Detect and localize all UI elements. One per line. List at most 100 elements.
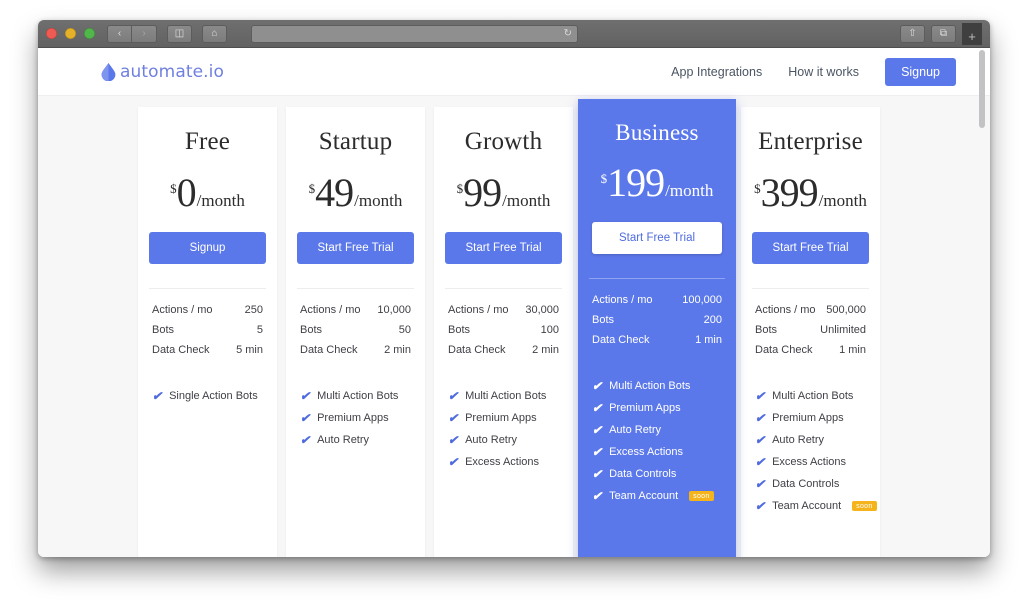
- feature-label: Multi Action Bots: [317, 390, 399, 402]
- pricing-card-growth: Growth $99/month Start Free Trial Actions /…: [434, 107, 573, 557]
- stat-label: Actions / mo: [152, 304, 213, 316]
- feature-label: Premium Apps: [317, 412, 389, 424]
- check-icon: ✔: [755, 411, 766, 425]
- plan-header: Enterprise $399/month: [741, 107, 880, 213]
- stat-value: 5 min: [236, 344, 263, 356]
- plan-features: ✔ Multi Action Bots ✔ Premium Apps ✔ Auto Ret…: [578, 354, 736, 512]
- plan-name: Startup: [318, 128, 393, 155]
- price-amount: 49: [315, 170, 354, 215]
- nav-link-app-integrations[interactable]: App Integrations: [671, 65, 762, 79]
- plan-cta-button[interactable]: Start Free Trial: [445, 232, 562, 264]
- feature-label: Multi Action Bots: [772, 390, 854, 402]
- stat-label: Bots: [592, 314, 615, 326]
- feature-label: Multi Action Bots: [465, 390, 547, 402]
- plan-price: $49/month: [298, 173, 413, 213]
- show-tabs-icon[interactable]: ⧉: [931, 24, 956, 43]
- feature-row: ✔ Auto Retry: [448, 434, 561, 446]
- feature-row: ✔ Multi Action Bots: [448, 390, 561, 402]
- pricing-card-enterprise: Enterprise $399/month Start Free Trial Acti…: [741, 107, 880, 557]
- feature-row: ✔ Excess Actions: [448, 456, 561, 468]
- feature-row: ✔ Team Account soon: [755, 500, 877, 512]
- plan-price: $0/month: [150, 173, 265, 213]
- stat-label: Data Check: [300, 344, 358, 356]
- feature-label: Excess Actions: [465, 456, 540, 468]
- feature-label: Data Controls: [609, 468, 677, 480]
- check-icon: ✔: [448, 389, 459, 403]
- feature-label: Auto Retry: [609, 424, 662, 436]
- check-icon: ✔: [300, 433, 311, 447]
- scrollbar-thumb[interactable]: [979, 50, 985, 128]
- pricing-plans-row: Free $0/month Signup Actions / mo 250 Bots 5 Da…: [38, 96, 990, 557]
- stat-label: Bots: [448, 324, 471, 336]
- check-icon: ✔: [592, 423, 603, 437]
- check-icon: ✔: [755, 433, 766, 447]
- home-group: ⌂: [202, 24, 227, 43]
- price-amount: 199: [607, 160, 665, 205]
- price-amount: 99: [463, 170, 502, 215]
- feature-row: ✔ Multi Action Bots: [300, 390, 413, 402]
- plan-name: Business: [615, 120, 699, 145]
- stat-label: Actions / mo: [300, 304, 361, 316]
- reload-icon[interactable]: ↻: [564, 28, 572, 39]
- feature-row: ✔ Auto Retry: [755, 434, 868, 446]
- new-tab-button[interactable]: +: [962, 22, 982, 45]
- home-icon[interactable]: ⌂: [202, 24, 227, 43]
- feature-row: ✔ Multi Action Bots: [592, 380, 724, 392]
- forward-button[interactable]: ›: [132, 24, 157, 43]
- stat-value: 100: [540, 324, 559, 336]
- stat-row: Actions / mo 500,000: [755, 304, 866, 316]
- address-bar[interactable]: ↻: [251, 24, 578, 43]
- nav-link-how-it-works[interactable]: How it works: [788, 65, 859, 79]
- stat-value: 250: [244, 304, 263, 316]
- page-viewport: automate.io App Integrations How it work…: [38, 48, 990, 557]
- main-nav: App Integrations How it works Signup: [671, 57, 956, 86]
- pricing-card-business: Business $199/month Start Free Trial Action…: [578, 99, 736, 557]
- stat-value: 2 min: [532, 344, 559, 356]
- stat-label: Bots: [300, 324, 323, 336]
- plan-cta-button[interactable]: Start Free Trial: [592, 222, 722, 254]
- stat-row: Data Check 1 min: [592, 334, 722, 346]
- plan-name: Growth: [464, 128, 543, 155]
- price-period: /month: [818, 191, 867, 210]
- stat-value: 1 min: [839, 344, 866, 356]
- header-signup-button[interactable]: Signup: [885, 57, 956, 86]
- pricing-card-startup: Startup $49/month Start Free Trial Actions …: [286, 107, 425, 557]
- check-icon: ✔: [152, 389, 163, 403]
- feature-row: ✔ Data Controls: [755, 478, 868, 490]
- feature-row: ✔ Excess Actions: [592, 446, 724, 458]
- feature-row: ✔ Premium Apps: [592, 402, 724, 414]
- zoom-window-button[interactable]: [84, 28, 95, 39]
- stat-row: Data Check 5 min: [152, 344, 263, 356]
- plan-cta-button[interactable]: Start Free Trial: [297, 232, 414, 264]
- plan-header: Startup $49/month: [286, 107, 425, 213]
- feature-row: ✔ Excess Actions: [755, 456, 868, 468]
- logo-wordmark: automate.io: [120, 61, 224, 82]
- water-drop-icon: [100, 62, 117, 81]
- plan-header: Growth $99/month: [434, 107, 573, 213]
- stat-label: Data Check: [448, 344, 506, 356]
- stat-row: Data Check 2 min: [300, 344, 411, 356]
- price-period: /month: [196, 191, 245, 210]
- check-icon: ✔: [448, 433, 459, 447]
- feature-label: Excess Actions: [609, 446, 684, 458]
- close-window-button[interactable]: [46, 28, 57, 39]
- minimize-window-button[interactable]: [65, 28, 76, 39]
- site-logo[interactable]: automate.io: [100, 62, 224, 82]
- navigation-buttons: ‹ ›: [107, 24, 157, 43]
- feature-row: ✔ Auto Retry: [300, 434, 413, 446]
- plan-stats: Actions / mo 100,000 Bots 200 Data Check 1 mi…: [578, 279, 736, 354]
- plan-price: $99/month: [446, 173, 561, 213]
- page-scrollbar[interactable]: [978, 48, 986, 557]
- stat-row: Actions / mo 100,000: [592, 294, 722, 306]
- sidebar-toggle-icon[interactable]: ◫: [167, 24, 192, 43]
- plan-stats: Actions / mo 250 Bots 5 Data Check 5 min: [138, 289, 277, 364]
- feature-row: ✔ Data Controls: [592, 468, 724, 480]
- price-period: /month: [354, 191, 403, 210]
- window-controls: [46, 28, 95, 39]
- back-button[interactable]: ‹: [107, 24, 132, 43]
- plan-cta-button[interactable]: Start Free Trial: [752, 232, 869, 264]
- feature-row: ✔ Single Action Bots: [152, 390, 265, 402]
- plan-cta-button[interactable]: Signup: [149, 232, 266, 264]
- share-icon[interactable]: ⇧: [900, 24, 925, 43]
- check-icon: ✔: [592, 467, 603, 481]
